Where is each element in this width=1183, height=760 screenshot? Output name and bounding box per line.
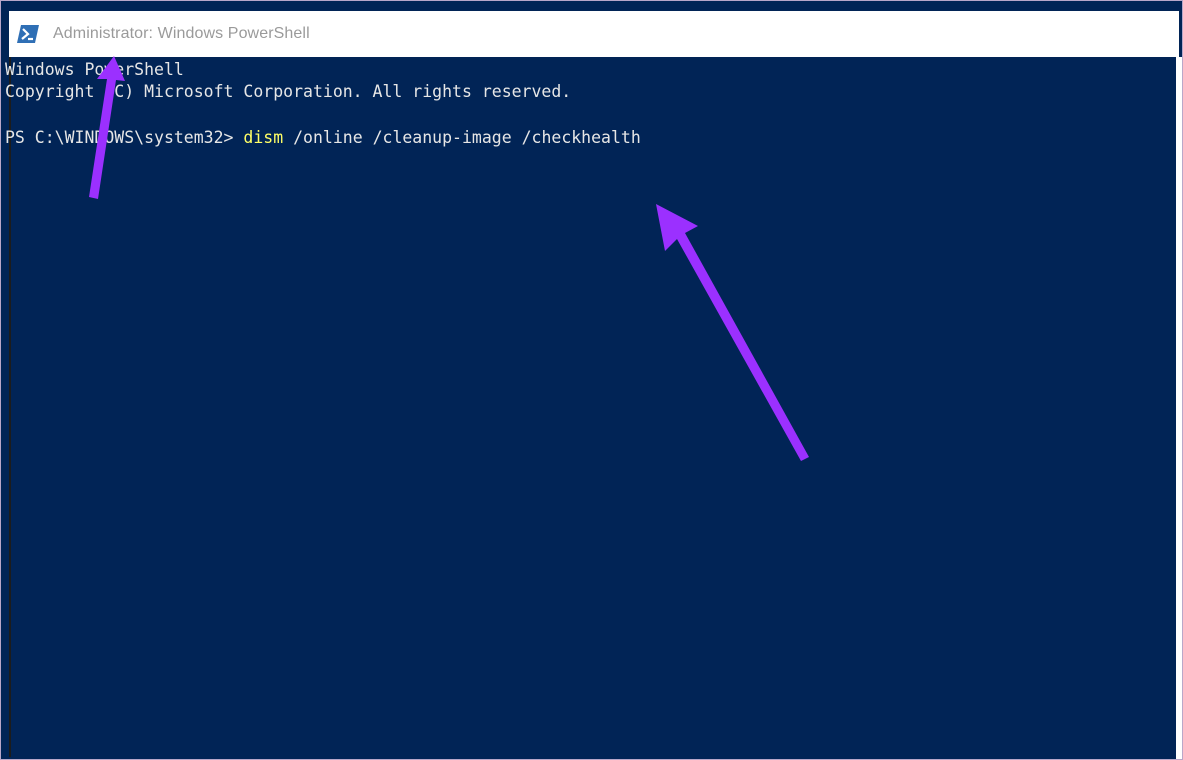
console-area[interactable]: Windows PowerShell Copyright (C) Microso… <box>5 57 1181 757</box>
window-title: Administrator: Windows PowerShell <box>53 25 310 42</box>
command-keyword: dism <box>243 128 284 147</box>
console-command-line: PS C:\WINDOWS\system32> dism /online /cl… <box>5 127 641 149</box>
powershell-window: Administrator: Windows PowerShell Window… <box>0 0 1183 760</box>
powershell-icon <box>17 24 39 44</box>
console-line-header: Windows PowerShell <box>5 60 184 79</box>
command-arguments: /online /cleanup-image /checkhealth <box>283 128 641 147</box>
window-right-edge <box>1176 57 1182 759</box>
title-bar[interactable]: Administrator: Windows PowerShell <box>9 11 1179 57</box>
console-line-copyright: Copyright (C) Microsoft Corporation. All… <box>5 82 572 101</box>
console-prompt: PS C:\WINDOWS\system32> <box>5 128 244 147</box>
